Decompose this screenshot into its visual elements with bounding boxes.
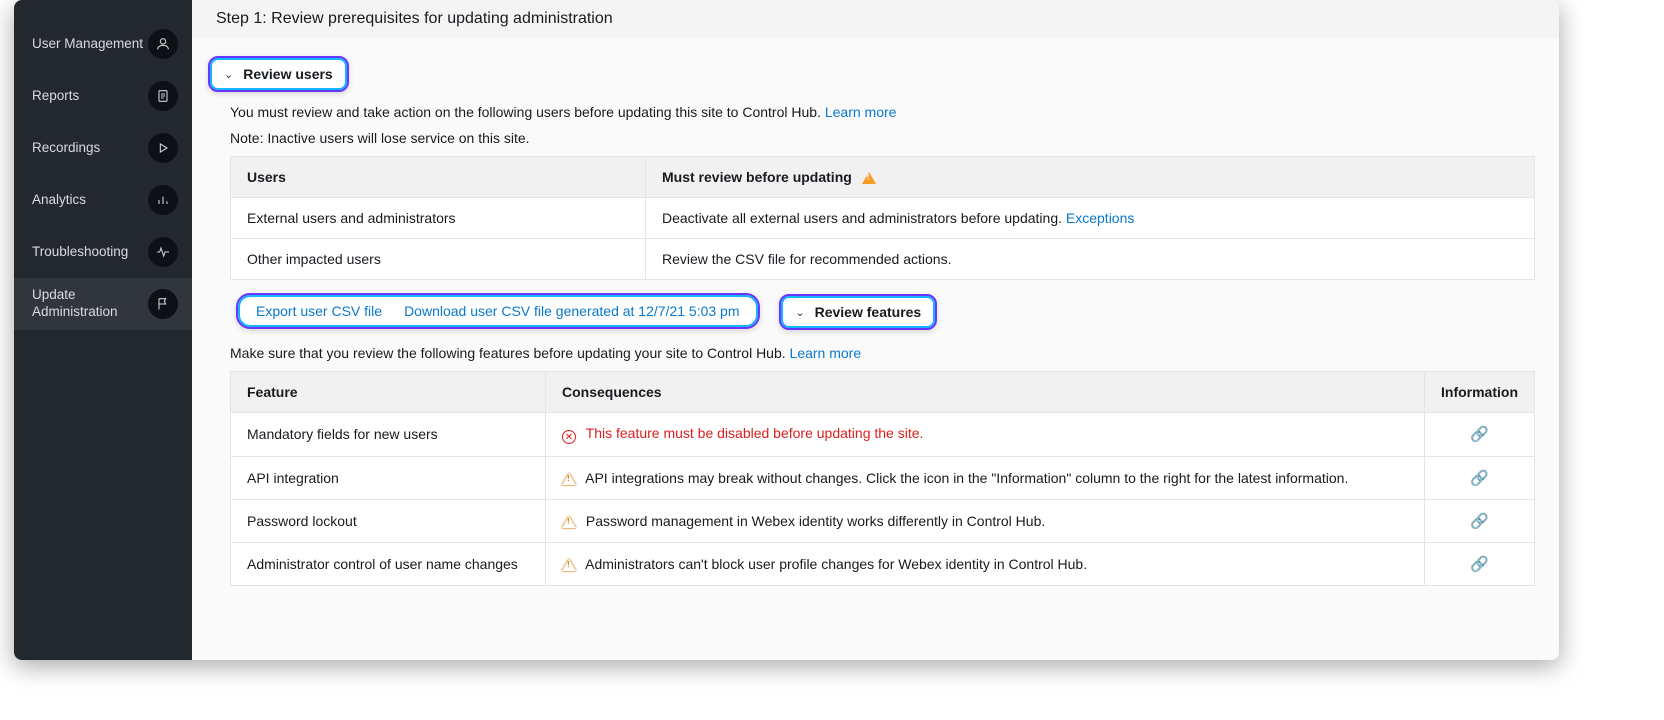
csv-actions: Export user CSV file Download user CSV f… — [236, 293, 760, 329]
col-must-review: Must review before updating — [646, 157, 1535, 198]
review-users-toggle[interactable]: ⌄ Review users — [208, 56, 349, 92]
sidebar-item-reports[interactable]: Reports — [14, 70, 192, 122]
review-features-toggle[interactable]: ⌄ Review features — [779, 294, 937, 330]
table-row: Mandatory fields for new users ✕ This fe… — [231, 412, 1535, 457]
consequence-text: This feature must be disabled before upd… — [586, 425, 924, 441]
table-row: External users and administrators Deacti… — [231, 198, 1535, 239]
cell-feature: Mandatory fields for new users — [231, 412, 546, 457]
export-csv-link[interactable]: Export user CSV file — [256, 303, 382, 319]
sidebar-item-analytics[interactable]: Analytics — [14, 174, 192, 226]
cell-consequence: API integrations may break without chang… — [546, 457, 1425, 500]
step-title: Step 1: Review prerequisites for updatin… — [192, 0, 1559, 38]
info-link-icon[interactable]: 🔗 — [1470, 426, 1489, 443]
warning-icon — [562, 516, 576, 528]
document-icon — [148, 81, 178, 111]
review-features-intro: Make sure that you review the following … — [230, 345, 1535, 361]
section-title: Review users — [243, 66, 333, 82]
sidebar-item-label: Recordings — [32, 140, 100, 157]
sidebar-item-label: Troubleshooting — [32, 244, 128, 261]
cell-action: Review the CSV file for recommended acti… — [646, 239, 1535, 280]
user-icon — [148, 29, 178, 59]
cell-feature: Administrator control of user name chang… — [231, 543, 546, 586]
exceptions-link[interactable]: Exceptions — [1066, 210, 1134, 226]
chevron-down-icon: ⌄ — [224, 68, 233, 81]
intro-text: You must review and take action on the f… — [230, 104, 825, 120]
review-users-intro: You must review and take action on the f… — [230, 104, 1535, 120]
col-feature: Feature — [231, 371, 546, 412]
intro-text: Make sure that you review the following … — [230, 345, 790, 361]
cell-action: Deactivate all external users and admini… — [646, 198, 1535, 239]
cell-feature: Password lockout — [231, 500, 546, 543]
action-text: Deactivate all external users and admini… — [662, 210, 1066, 226]
col-must-label: Must review before updating — [662, 169, 852, 185]
learn-more-link[interactable]: Learn more — [825, 104, 897, 120]
table-row: API integration API integrations may bre… — [231, 457, 1535, 500]
chevron-down-icon: ⌄ — [795, 306, 804, 319]
warning-icon — [562, 473, 576, 485]
play-icon — [148, 133, 178, 163]
section-title: Review features — [815, 304, 922, 320]
consequence-text: Password management in Webex identity wo… — [586, 513, 1045, 529]
sidebar-item-label: User Management — [32, 36, 143, 53]
info-link-icon[interactable]: 🔗 — [1470, 470, 1489, 487]
sidebar-item-update-administration[interactable]: Update Administration — [14, 278, 192, 330]
users-table: Users Must review before updating Extern… — [230, 156, 1535, 280]
sidebar-item-troubleshooting[interactable]: Troubleshooting — [14, 226, 192, 278]
cell-users: Other impacted users — [231, 239, 646, 280]
sidebar-item-label: Update Administration — [32, 287, 144, 321]
warning-icon — [862, 172, 876, 184]
flag-icon — [148, 289, 178, 319]
learn-more-link[interactable]: Learn more — [790, 345, 862, 361]
error-icon: ✕ — [562, 430, 576, 444]
info-link-icon[interactable]: 🔗 — [1470, 556, 1489, 573]
sidebar-item-user-management[interactable]: User Management — [14, 18, 192, 70]
consequence-text: API integrations may break without chang… — [585, 470, 1348, 486]
cell-consequence: Password management in Webex identity wo… — [546, 500, 1425, 543]
cell-consequence: Administrators can't block user profile … — [546, 543, 1425, 586]
info-link-icon[interactable]: 🔗 — [1470, 513, 1489, 530]
col-users: Users — [231, 157, 646, 198]
main-content: Step 1: Review prerequisites for updatin… — [192, 0, 1559, 660]
cell-consequence: ✕ This feature must be disabled before u… — [546, 412, 1425, 457]
sidebar-item-label: Analytics — [32, 192, 86, 209]
cell-users: External users and administrators — [231, 198, 646, 239]
inactive-note: Note: Inactive users will lose service o… — [230, 130, 1535, 146]
download-csv-link[interactable]: Download user CSV file generated at 12/7… — [404, 303, 739, 319]
table-row: Administrator control of user name chang… — [231, 543, 1535, 586]
col-information: Information — [1425, 371, 1535, 412]
consequence-text: Administrators can't block user profile … — [585, 556, 1087, 572]
col-consequences: Consequences — [546, 371, 1425, 412]
table-row: Other impacted users Review the CSV file… — [231, 239, 1535, 280]
sidebar: User Management Reports Recordings Analy… — [14, 0, 192, 660]
activity-icon — [148, 237, 178, 267]
table-row: Password lockout Password management in … — [231, 500, 1535, 543]
cell-feature: API integration — [231, 457, 546, 500]
warning-icon — [562, 559, 576, 571]
app-frame: User Management Reports Recordings Analy… — [14, 0, 1559, 660]
sidebar-item-label: Reports — [32, 88, 79, 105]
bar-chart-icon — [148, 185, 178, 215]
features-table: Feature Consequences Information Mandato… — [230, 371, 1535, 587]
sidebar-item-recordings[interactable]: Recordings — [14, 122, 192, 174]
